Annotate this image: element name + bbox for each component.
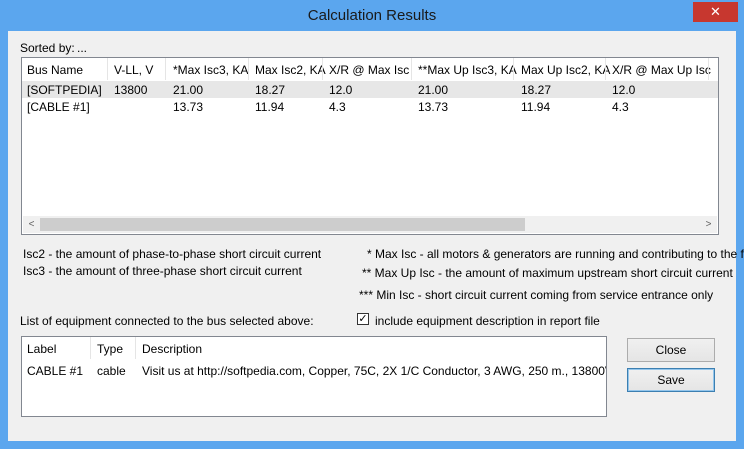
col-xr-max-isc[interactable]: X/R @ Max Isc	[329, 63, 409, 77]
cell-bus-name: [CABLE #1]	[27, 100, 90, 114]
equipment-caption: List of equipment connected to the bus s…	[20, 314, 314, 328]
note-min-isc: *** Min Isc - short circuit current comi…	[359, 288, 714, 302]
window-close-icon[interactable]: ✕	[693, 2, 738, 22]
sorted-by-label: Sorted by:	[20, 41, 75, 55]
cell-label: CABLE #1	[27, 364, 84, 378]
results-table[interactable]: Bus Name V-LL, V *Max Isc3, KA Max Isc2,…	[21, 57, 719, 235]
cell-max-up-isc3: 13.73	[418, 100, 449, 114]
scrollbar-thumb[interactable]	[40, 218, 525, 231]
cell-description: Visit us at http://softpedia.com, Copper…	[142, 364, 607, 378]
cell-xr-max-isc: 12.0	[329, 83, 353, 97]
sorted-by-value: ...	[77, 41, 88, 55]
col-bus-name[interactable]: Bus Name	[27, 63, 83, 77]
col-max-up-isc2[interactable]: Max Up Isc2, KA	[521, 63, 610, 77]
window-title: Calculation Results	[307, 7, 437, 24]
note-isc2: Isc2 - the amount of phase-to-phase shor…	[23, 247, 322, 261]
cell-max-isc2: 18.27	[255, 83, 286, 97]
include-description-checkbox[interactable]: ✓	[357, 313, 369, 325]
note-isc3: Isc3 - the amount of three-phase short c…	[23, 264, 302, 278]
col-label[interactable]: Label	[27, 342, 56, 356]
table-row[interactable]: [CABLE #1] 13.73 11.94 4.3 13.73 11.94 4…	[22, 98, 718, 115]
cell-max-isc3: 21.00	[173, 83, 204, 97]
dialog-client-area: Sorted by: ... Bus Name V-LL, V *Max Isc…	[8, 31, 744, 441]
save-button[interactable]: Save	[627, 368, 715, 392]
col-max-isc2[interactable]: Max Isc2, KA	[255, 63, 326, 77]
col-max-up-isc3[interactable]: **Max Up Isc3, KA	[418, 63, 517, 77]
cell-bus-name: [SOFTPEDIA]	[27, 83, 102, 97]
scroll-left-icon[interactable]: <	[23, 216, 40, 233]
cell-max-isc3: 13.73	[173, 100, 204, 114]
col-vll[interactable]: V-LL, V	[114, 63, 153, 77]
table-row[interactable]: [SOFTPEDIA] 13800 21.00 18.27 12.0 21.00…	[22, 81, 718, 98]
cell-max-up-isc2: 11.94	[521, 100, 551, 114]
close-button[interactable]: Close	[627, 338, 715, 362]
results-horizontal-scrollbar[interactable]: < >	[23, 216, 717, 233]
col-xr-max-up-isc[interactable]: X/R @ Max Up Isc	[612, 63, 711, 77]
note-max-isc: * Max Isc - all motors & generators are …	[367, 247, 744, 261]
col-description[interactable]: Description	[142, 342, 202, 356]
cell-xr-max-up-isc: 12.0	[612, 83, 636, 97]
cell-xr-max-isc: 4.3	[329, 100, 346, 114]
cell-max-up-isc3: 21.00	[418, 83, 449, 97]
equipment-table-header: Label Type Description	[22, 337, 606, 359]
cell-vll: 13800	[114, 83, 148, 97]
cell-max-isc2: 11.94	[255, 100, 285, 114]
results-table-header: Bus Name V-LL, V *Max Isc3, KA Max Isc2,…	[22, 58, 718, 80]
col-type[interactable]: Type	[97, 342, 123, 356]
list-item[interactable]: CABLE #1 cable Visit us at http://softpe…	[22, 362, 606, 379]
include-description-label[interactable]: include equipment description in report …	[375, 314, 600, 328]
scroll-right-icon[interactable]: >	[700, 216, 717, 233]
equipment-table[interactable]: Label Type Description CABLE #1 cable Vi…	[21, 336, 607, 417]
cell-max-up-isc2: 18.27	[521, 83, 552, 97]
note-max-up-isc: ** Max Up Isc - the amount of maximum up…	[362, 266, 733, 280]
col-max-isc3[interactable]: *Max Isc3, KA	[173, 63, 248, 77]
cell-type: cable	[97, 364, 126, 378]
cell-xr-max-up-isc: 4.3	[612, 100, 629, 114]
title-bar: Calculation Results ✕	[0, 0, 744, 31]
